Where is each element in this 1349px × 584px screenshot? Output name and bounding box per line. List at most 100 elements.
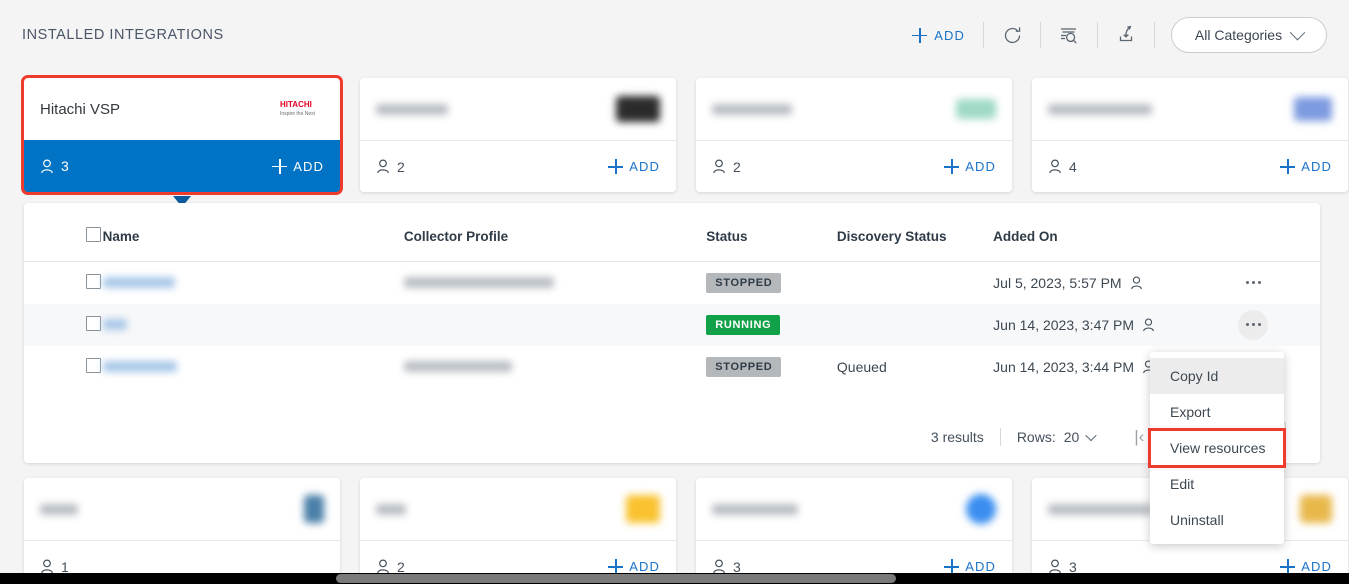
card-logo-blurred (626, 495, 660, 523)
row-discovery-status-cell (837, 304, 993, 346)
card-user-count-value: 2 (733, 158, 741, 175)
integration-card-5[interactable]: 1 (24, 478, 340, 584)
row-select-cell (24, 262, 103, 304)
row-status-cell: STOPPED (706, 262, 837, 304)
integration-card-row-top: Hitachi VSP HITACHI Inspire the Next 3 A… (0, 75, 1348, 207)
horizontal-scrollbar-track[interactable] (0, 573, 1349, 584)
card-title-blurred (712, 503, 798, 515)
integration-card-hitachi-vsp[interactable]: Hitachi VSP HITACHI Inspire the Next 3 A… (21, 75, 343, 207)
row-checkbox[interactable] (86, 315, 101, 331)
user-icon (41, 559, 53, 574)
import-button[interactable] (1104, 18, 1148, 52)
column-header-discovery-status[interactable]: Discovery Status (836, 203, 994, 262)
row-checkbox[interactable] (86, 357, 101, 373)
column-header-collector-profile[interactable]: Collector Profile (403, 203, 707, 262)
plus-icon (272, 158, 288, 174)
context-menu-item-uninstall[interactable]: Uninstall (1150, 502, 1284, 538)
card-add-label: ADD (629, 159, 660, 174)
integration-card-2[interactable]: 2 ADD (360, 78, 676, 192)
integration-card-row-bottom: 1 2 ADD 3 ADD 3 ADD (0, 478, 1348, 584)
integration-card-3[interactable]: 2 ADD (696, 78, 1012, 192)
card-logo-blurred (966, 494, 996, 524)
card-add-button[interactable]: ADD (1280, 559, 1332, 574)
column-header-added-on[interactable]: Added On (993, 203, 1239, 262)
plus-icon (608, 559, 624, 574)
row-actions-menu-button-active[interactable] (1238, 309, 1269, 340)
card-title-blurred (40, 503, 78, 515)
integration-card-4[interactable]: 4 ADD (1032, 78, 1348, 192)
integration-card-6[interactable]: 2 ADD (360, 478, 676, 584)
integration-card-7[interactable]: 3 ADD (696, 478, 1012, 584)
table-row[interactable]: RUNNING Jun 14, 2023, 3:47 PM (24, 303, 1320, 346)
context-menu-item-export[interactable]: Export (1150, 394, 1284, 430)
card-logo-blurred (304, 495, 324, 523)
table-row[interactable]: STOPPED Queued Jun 14, 2023, 3:44 PM (24, 346, 1320, 388)
card-add-label: ADD (1301, 159, 1332, 174)
card-header (1032, 78, 1348, 140)
row-status-cell: STOPPED (706, 346, 837, 388)
row-name-cell[interactable] (102, 346, 404, 388)
row-actions-context-menu: Copy Id Export View resources Edit Unins… (1148, 352, 1286, 544)
card-add-button[interactable]: ADD (272, 158, 324, 174)
card-footer: 4 ADD (1032, 140, 1348, 192)
plus-icon (608, 159, 624, 174)
row-name-cell[interactable] (102, 304, 404, 346)
rows-per-page-control[interactable]: Rows: 20 (1017, 429, 1097, 445)
table-row[interactable]: STOPPED Jul 5, 2023, 5:57 PM (24, 262, 1320, 304)
card-user-count: 2 (712, 159, 741, 175)
plus-icon (912, 27, 928, 43)
category-filter-dropdown[interactable]: All Categories (1171, 17, 1327, 53)
results-count: 3 results (930, 429, 984, 445)
plus-icon (944, 559, 960, 574)
row-name-cell[interactable] (102, 262, 404, 304)
card-user-count: 4 (1048, 159, 1077, 175)
installed-integrations-page: INSTALLED INTEGRATIONS ADD All Categorie… (0, 0, 1349, 584)
chevron-down-icon (1289, 24, 1306, 40)
card-header (696, 478, 1012, 540)
context-menu-item-edit[interactable]: Edit (1150, 466, 1284, 502)
card-add-button[interactable]: ADD (608, 159, 660, 174)
user-icon (1049, 559, 1061, 574)
card-user-count-value: 3 (61, 158, 69, 174)
context-menu-item-copy-id[interactable]: Copy Id (1150, 358, 1284, 394)
card-add-button[interactable]: ADD (608, 559, 660, 574)
column-header-status[interactable]: Status (706, 203, 837, 262)
row-actions-cell (1238, 262, 1320, 304)
card-logo-blurred (1300, 495, 1332, 523)
card-logo-blurred (616, 95, 660, 123)
row-collector-profile-cell (404, 304, 706, 346)
row-collector-profile-cell (403, 262, 706, 304)
select-all-checkbox[interactable] (86, 227, 101, 242)
card-add-button[interactable]: ADD (1280, 159, 1332, 174)
row-checkbox[interactable] (86, 273, 101, 289)
card-header: Hitachi VSP HITACHI Inspire the Next (24, 78, 340, 140)
row-select-cell (24, 346, 103, 388)
import-icon (1119, 25, 1133, 42)
select-all-header (24, 203, 103, 262)
card-add-label: ADD (629, 559, 660, 574)
plus-icon (1280, 159, 1296, 174)
column-header-name[interactable]: Name (102, 203, 404, 262)
card-add-button[interactable]: ADD (944, 559, 996, 574)
status-badge: RUNNING (706, 314, 781, 335)
card-add-label: ADD (965, 159, 996, 174)
table-body: STOPPED Jul 5, 2023, 5:57 PM RUNNING Jun… (24, 262, 1320, 388)
context-menu-item-view-resources[interactable]: View resources (1148, 428, 1286, 468)
row-actions-cell (1238, 304, 1320, 346)
chevron-down-icon[interactable] (1085, 429, 1097, 442)
user-icon (713, 159, 725, 174)
horizontal-scrollbar-thumb[interactable] (336, 574, 896, 583)
add-integration-button[interactable]: ADD (900, 22, 977, 49)
card-add-label: ADD (293, 158, 324, 174)
user-icon (1143, 318, 1154, 331)
integration-instances-panel: Name Collector Profile Status Discovery … (24, 203, 1320, 463)
refresh-button[interactable] (990, 18, 1034, 52)
category-filter-label: All Categories (1194, 27, 1283, 43)
filter-search-button[interactable] (1047, 18, 1091, 52)
status-badge: STOPPED (706, 272, 782, 293)
card-add-button[interactable]: ADD (944, 159, 996, 174)
row-actions-menu-button[interactable] (1238, 268, 1268, 298)
filter-search-icon (1061, 28, 1077, 44)
card-user-count-value: 2 (397, 158, 405, 175)
pagination-divider (999, 428, 1001, 446)
